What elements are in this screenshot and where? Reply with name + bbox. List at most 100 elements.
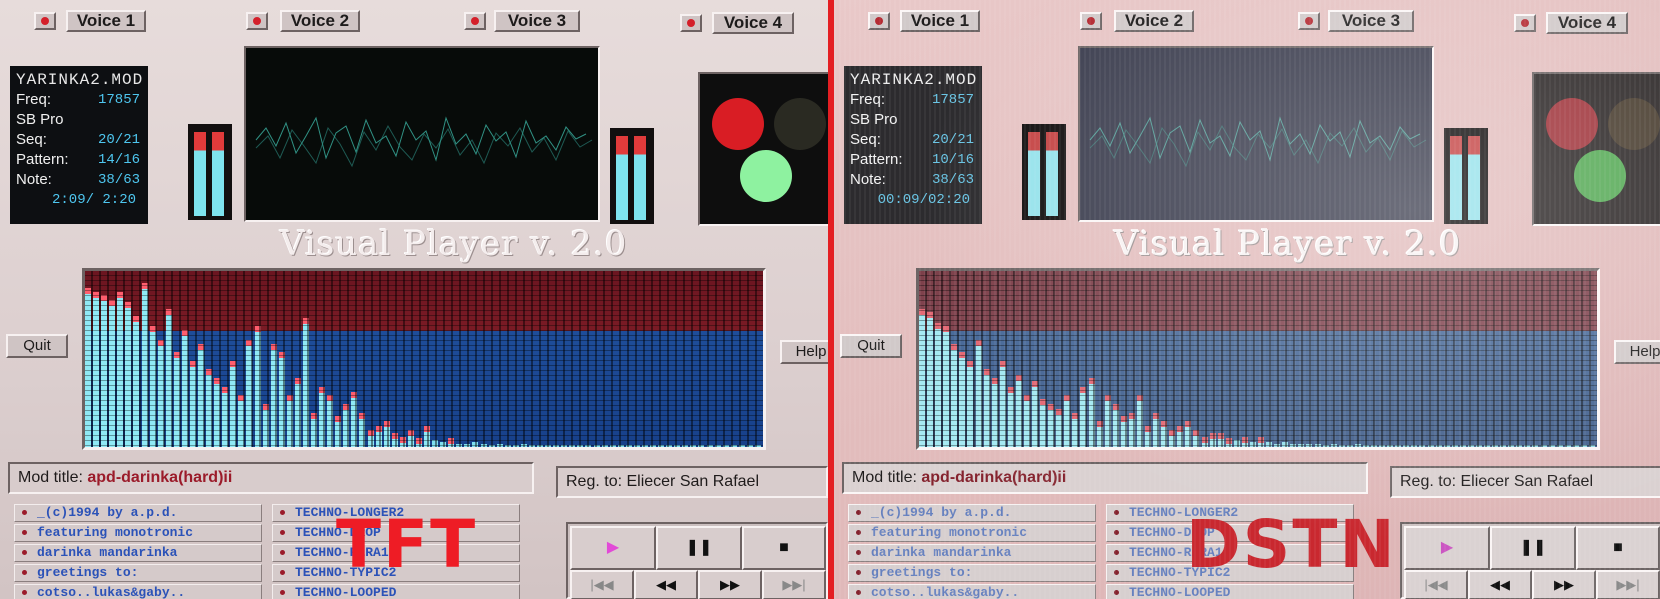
waveform-trace: [1089, 116, 1427, 168]
list-item[interactable]: _(c)1994 by a.p.d.: [848, 504, 1096, 522]
voice-3-button[interactable]: Voice 3: [494, 10, 580, 32]
stop-button[interactable]: ■: [1576, 526, 1660, 570]
status-lights-panel: [698, 72, 828, 226]
amber-light-icon: [774, 98, 826, 150]
voice-2-toggle[interactable]: [246, 12, 268, 30]
vu-bar: [1046, 132, 1058, 216]
stop-button[interactable]: ■: [742, 526, 826, 570]
vu-bar: [1028, 132, 1040, 216]
spectrum-analyzer: [916, 268, 1600, 450]
last-track-button[interactable]: ▶▶|: [1596, 570, 1660, 599]
list-item[interactable]: cotso..lukas&gaby..: [14, 584, 262, 599]
forward-button[interactable]: ▶▶: [1532, 570, 1596, 599]
registered-to-text: Reg. to: Eliecer San Rafael: [566, 473, 759, 490]
voice-1-toggle[interactable]: [34, 12, 56, 30]
list-item[interactable]: TECHNO-LOOPED: [272, 584, 520, 599]
red-light-icon: [712, 98, 764, 150]
note-label: Note:: [16, 171, 52, 188]
quit-button[interactable]: Quit: [6, 334, 68, 358]
rewind-button[interactable]: ◀◀: [634, 570, 698, 599]
visual-player-window: Voice 1 Voice 2 Voice 3 Voice 4 YARINKA2…: [0, 0, 828, 599]
registered-to-text: Reg. to: Eliecer San Rafael: [1400, 473, 1593, 490]
list-item[interactable]: greetings to:: [848, 564, 1096, 582]
left-channel-vu: [188, 124, 232, 220]
list-item[interactable]: darinka mandarinka: [848, 544, 1096, 562]
voice-3-toggle[interactable]: [1298, 12, 1320, 30]
spectrum-analyzer: [82, 268, 766, 450]
song-info-panel: YARINKA2.MOD Freq: 17857 SB Pro Seq: 20/21…: [844, 66, 982, 224]
forward-button[interactable]: ▶▶: [698, 570, 762, 599]
registration-field: Reg. to: Eliecer San Rafael: [556, 466, 828, 498]
vu-bar: [616, 136, 628, 220]
green-light-icon: [1574, 150, 1626, 202]
mod-title-value: apd-darinka(hard)ii: [87, 469, 233, 486]
quit-button[interactable]: Quit: [840, 334, 902, 358]
list-item[interactable]: featuring monotronic: [14, 524, 262, 542]
first-track-button[interactable]: |◀◀: [1404, 570, 1468, 599]
voice-2-button[interactable]: Voice 2: [280, 10, 360, 32]
list-item[interactable]: cotso..lukas&gaby..: [848, 584, 1096, 599]
registration-field: Reg. to: Eliecer San Rafael: [1390, 466, 1660, 498]
visual-player-window: Voice 1 Voice 2 Voice 3 Voice 4 YARINKA2…: [834, 0, 1660, 599]
voice-2-button[interactable]: Voice 2: [1114, 10, 1194, 32]
product-title: Visual Player v. 2.0: [280, 224, 628, 264]
note-value: 38/63: [97, 172, 140, 188]
voice-4-toggle[interactable]: [1514, 14, 1536, 32]
status-lights-panel: [1532, 72, 1660, 226]
dstn-photo-panel: Voice 1 Voice 2 Voice 3 Voice 4 YARINKA2…: [834, 0, 1660, 599]
play-button[interactable]: ▶: [570, 526, 656, 570]
voice-4-button[interactable]: Voice 4: [1546, 12, 1628, 34]
vu-bar: [1468, 136, 1480, 220]
sound-card-label: SB Pro: [850, 111, 898, 128]
seq-label: Seq:: [850, 131, 881, 148]
voice-3-button[interactable]: Voice 3: [1328, 10, 1414, 32]
left-channel-vu: [1022, 124, 1066, 220]
voice-1-button[interactable]: Voice 1: [900, 10, 980, 32]
display-type-caption: DSTN: [1186, 506, 1397, 583]
waveform-trace: [255, 116, 593, 168]
display-type-caption: TFT: [336, 506, 478, 583]
pause-button[interactable]: ❚❚: [1490, 526, 1576, 570]
amber-light-icon: [1608, 98, 1660, 150]
voice-2-led-icon: [1087, 17, 1095, 25]
help-button[interactable]: Help: [1614, 340, 1660, 364]
voice-1-button[interactable]: Voice 1: [66, 10, 146, 32]
mod-title-label: Mod title:: [852, 469, 917, 486]
module-filename: YARINKA2.MOD: [850, 71, 978, 89]
voice-1-led-icon: [41, 17, 49, 25]
play-button[interactable]: ▶: [1404, 526, 1490, 570]
product-title: Visual Player v. 2.0: [1114, 224, 1462, 264]
voice-4-toggle[interactable]: [680, 14, 702, 32]
first-track-button[interactable]: |◀◀: [570, 570, 634, 599]
mod-title-value: apd-darinka(hard)ii: [921, 469, 1067, 486]
list-item[interactable]: greetings to:: [14, 564, 262, 582]
analyzer-grid: [919, 271, 1597, 447]
red-light-icon: [1546, 98, 1598, 150]
last-track-button[interactable]: ▶▶|: [762, 570, 826, 599]
voice-3-toggle[interactable]: [464, 12, 486, 30]
freq-label: Freq:: [16, 91, 52, 108]
mod-title-label: Mod title:: [18, 469, 83, 486]
voice-2-toggle[interactable]: [1080, 12, 1102, 30]
note-value: 38/63: [931, 172, 974, 188]
green-light-icon: [740, 150, 792, 202]
play-time: 2:09/ 2:20: [51, 192, 136, 208]
voice-3-led-icon: [471, 17, 479, 25]
transport-controls: ▶ ❚❚ ■ |◀◀ ◀◀ ▶▶ ▶▶|: [1400, 522, 1660, 599]
help-button[interactable]: Help: [780, 340, 828, 364]
list-item[interactable]: _(c)1994 by a.p.d.: [14, 504, 262, 522]
pattern-label: Pattern:: [850, 151, 903, 168]
list-item[interactable]: darinka mandarinka: [14, 544, 262, 562]
list-item[interactable]: TECHNO-LOOPED: [1106, 584, 1354, 599]
voice-1-toggle[interactable]: [868, 12, 890, 30]
mod-title-field: Mod title: apd-darinka(hard)ii: [842, 462, 1368, 494]
rewind-button[interactable]: ◀◀: [1468, 570, 1532, 599]
play-time: 00:09/02:20: [877, 192, 970, 208]
list-item[interactable]: featuring monotronic: [848, 524, 1096, 542]
analyzer-grid: [85, 271, 763, 447]
voice-4-button[interactable]: Voice 4: [712, 12, 794, 34]
pause-button[interactable]: ❚❚: [656, 526, 742, 570]
mod-title-field: Mod title: apd-darinka(hard)ii: [8, 462, 534, 494]
vu-bar: [212, 132, 224, 216]
pattern-label: Pattern:: [16, 151, 69, 168]
